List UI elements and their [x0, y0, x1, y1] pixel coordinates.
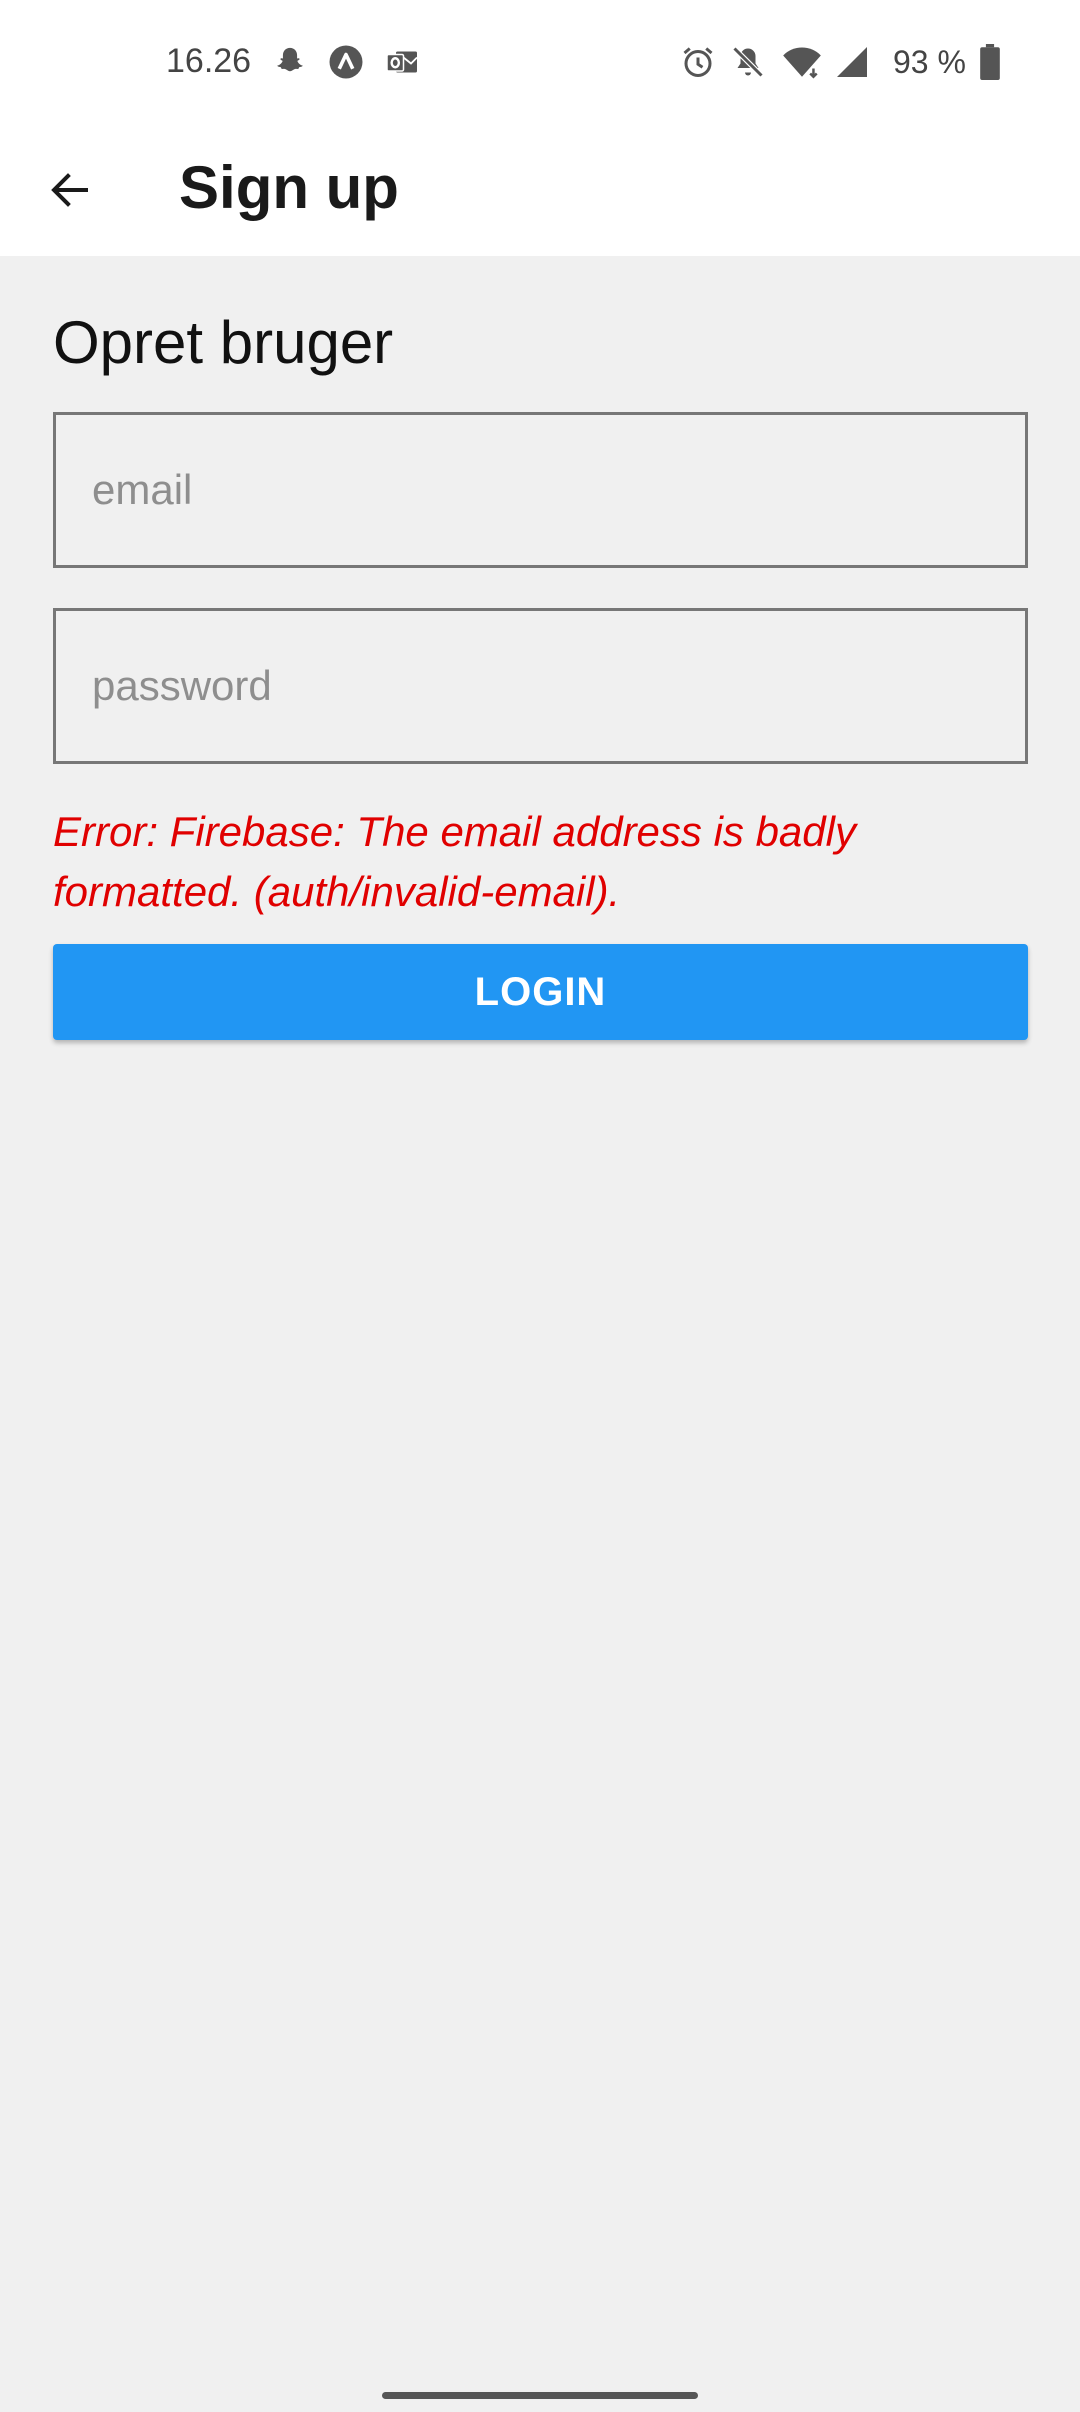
form-heading: Opret bruger: [53, 309, 394, 376]
login-button[interactable]: LOGIN: [53, 944, 1028, 1040]
snapchat-icon: [270, 42, 310, 82]
password-field[interactable]: [53, 608, 1028, 764]
arrow-left-icon: [46, 166, 94, 219]
status-bar: 16.26 93 %: [0, 0, 1080, 128]
wifi-icon: [782, 42, 822, 82]
home-gesture-handle[interactable]: [382, 2392, 698, 2399]
email-field[interactable]: [53, 412, 1028, 568]
app-bar: Sign up: [0, 128, 1080, 256]
page-title: Sign up: [179, 154, 399, 221]
error-message: Error: Firebase: The email address is ba…: [53, 808, 856, 915]
screen: 16.26 93 % Sign up Opret bruger email Er…: [0, 0, 1080, 2412]
bell-off-icon: [728, 42, 768, 82]
back-button[interactable]: [30, 152, 110, 232]
app-notification-icon: [326, 42, 366, 82]
battery-icon: [970, 42, 1010, 82]
alarm-icon: [678, 42, 718, 82]
outlook-icon: [382, 42, 422, 82]
signal-icon: [832, 42, 872, 82]
gesture-nav-bar: [0, 2372, 1080, 2412]
status-time: 16.26: [166, 42, 252, 80]
battery-percent: 93 %: [893, 44, 966, 80]
